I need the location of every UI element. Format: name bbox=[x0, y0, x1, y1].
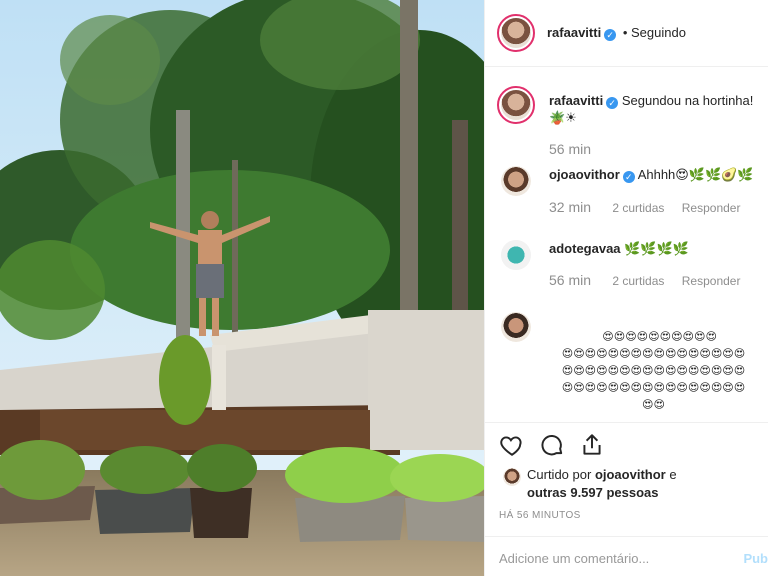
comment-text: 🌿🌿🌿🌿 bbox=[624, 241, 689, 256]
post-timestamp[interactable]: HÁ 56 MINUTOS bbox=[499, 510, 581, 521]
verified-icon: ✓ bbox=[622, 171, 635, 183]
comment-likes[interactable]: 2 curtidas bbox=[612, 274, 664, 288]
comment-item: adotegavaa 🌿🌿🌿🌿 bbox=[549, 240, 758, 257]
post-comment-button[interactable]: Pub bbox=[743, 551, 768, 566]
commenter-avatar[interactable] bbox=[501, 240, 531, 270]
comment-meta: 56 min 2 curtidas Responder bbox=[549, 272, 754, 288]
comment-time[interactable]: 32 min bbox=[549, 199, 591, 215]
comment-text: Ahhhh😍🌿🌿🥑🌿 bbox=[637, 167, 754, 182]
heart-icon[interactable] bbox=[499, 432, 525, 463]
likes-middle: e bbox=[669, 467, 677, 482]
post-header: rafaavitti ✓ • Seguindo bbox=[485, 0, 768, 67]
comment-text: 😍😍😍😍😍😍😍😍😍😍 😍😍😍😍😍😍😍😍😍😍😍😍😍😍😍😍 😍😍😍😍😍😍😍😍😍😍😍😍… bbox=[561, 331, 746, 411]
reply-button[interactable]: Responder bbox=[682, 201, 741, 215]
comment-item: ojoaovithor ✓ Ahhhh😍🌿🌿🥑🌿 bbox=[549, 166, 758, 183]
liker-avatar[interactable] bbox=[503, 468, 521, 486]
reply-button[interactable]: Responder bbox=[682, 274, 741, 288]
share-icon[interactable] bbox=[579, 432, 605, 463]
verified-icon: ✓ bbox=[604, 29, 617, 41]
comment-input[interactable]: Adicione um comentário... bbox=[499, 551, 649, 566]
add-comment-bar: Adicione um comentário... Pub bbox=[485, 536, 768, 577]
likes-summary: Curtido por ojoaovithor e outras 9.597 p… bbox=[527, 466, 677, 502]
divider bbox=[485, 422, 768, 423]
comment-username[interactable]: ojoaovithor bbox=[549, 167, 620, 182]
post-photo[interactable] bbox=[0, 0, 484, 576]
likes-others[interactable]: outras 9.597 pessoas bbox=[527, 485, 659, 500]
caption-time[interactable]: 56 min bbox=[549, 141, 591, 157]
caption-username[interactable]: rafaavitti bbox=[549, 93, 603, 108]
likes-user[interactable]: ojoaovithor bbox=[595, 467, 666, 482]
author-username[interactable]: rafaavitti bbox=[547, 25, 601, 40]
comment-item: 😍😍😍😍😍😍😍😍😍😍 😍😍😍😍😍😍😍😍😍😍😍😍😍😍😍😍 😍😍😍😍😍😍😍😍😍😍😍😍… bbox=[549, 312, 758, 412]
commenter-avatar[interactable] bbox=[501, 312, 531, 342]
commenter-avatar[interactable] bbox=[501, 166, 531, 196]
follow-status[interactable]: • Seguindo bbox=[623, 25, 686, 40]
comment-likes[interactable]: 2 curtidas bbox=[612, 201, 664, 215]
likes-prefix: Curtido por bbox=[527, 467, 592, 482]
caption-avatar[interactable] bbox=[497, 86, 535, 124]
comment-username[interactable]: adotegavaa bbox=[549, 241, 621, 256]
caption-meta: 56 min bbox=[549, 141, 609, 157]
comment-time[interactable]: 56 min bbox=[549, 272, 591, 288]
comment-icon[interactable] bbox=[539, 432, 565, 463]
comment-meta: 32 min 2 curtidas Responder bbox=[549, 199, 754, 215]
verified-icon: ✓ bbox=[606, 97, 619, 109]
author-avatar[interactable] bbox=[497, 14, 535, 52]
caption: rafaavitti ✓ Segundou na hortinha! 🪴☀ bbox=[549, 92, 758, 126]
post-sidebar: rafaavitti ✓ • Seguindo rafaavitti ✓ Segun… bbox=[484, 0, 768, 576]
